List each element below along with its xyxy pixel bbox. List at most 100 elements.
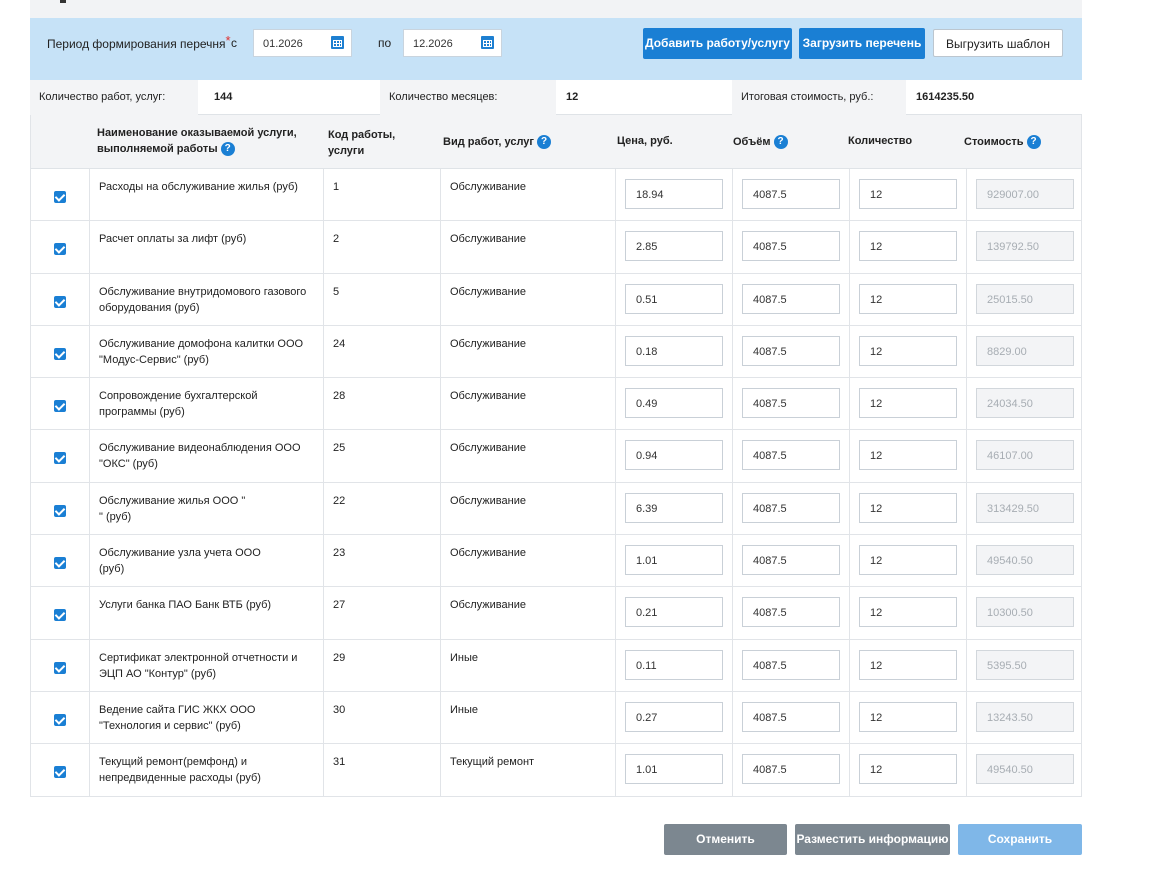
add-service-button[interactable]: Добавить работу/услугу [643,28,792,59]
volume-input[interactable]: 4087.5 [742,701,840,732]
cost-readonly-field: 13243.50 [976,701,1074,732]
header-quantity: Количество [848,135,913,147]
service-name-line1: Расчет оплаты за лифт (руб) [99,233,247,246]
row-checkbox[interactable] [54,504,66,517]
code-cell: 30 [323,691,440,744]
quantity-input[interactable]: 12 [859,649,957,680]
service-name-line2: "ОКС" (руб) [99,458,158,471]
calendar-icon[interactable] [481,36,494,49]
quantity-input[interactable]: 12 [859,545,957,576]
quantity-input[interactable]: 12 [859,597,957,628]
table-header: Наименование оказываемой услуги, выполня… [31,115,1081,169]
price-input[interactable]: 0.11 [625,649,723,680]
service-name: Расчет оплаты за лифт (руб) [99,231,315,247]
cancel-button[interactable]: Отменить [664,824,787,855]
volume-input[interactable]: 4087.5 [742,492,840,523]
quantity-cell: 12 [849,378,966,430]
header-type: Вид работ, услуг ? [443,134,552,150]
quantity-cell: 12 [849,169,966,221]
row-checkbox[interactable] [54,243,66,256]
type-cell: Обслуживание [440,169,615,221]
volume-input[interactable]: 4087.5 [742,179,840,209]
export-template-button[interactable]: Выгрузить шаблон [933,29,1063,57]
checkbox-cell [31,378,89,429]
header-type-text: Вид работ, услуг [443,136,534,148]
header-cost-text: Стоимость [964,136,1024,148]
price-input[interactable]: 18.94 [625,179,723,209]
calendar-icon[interactable] [331,36,344,49]
row-checkbox[interactable] [54,191,66,203]
price-input[interactable]: 0.49 [625,388,723,419]
quantity-input[interactable]: 12 [859,440,957,471]
publish-button[interactable]: Разместить информацию [795,824,950,855]
price-input[interactable]: 0.94 [625,440,723,471]
row-checkbox[interactable] [54,347,66,360]
volume-input[interactable]: 4087.5 [742,649,840,680]
service-code: 22 [333,494,346,507]
price-input[interactable]: 0.21 [625,597,723,628]
type-cell: Иные [440,639,615,691]
row-checkbox[interactable] [54,400,66,413]
row-checkbox[interactable] [54,661,66,674]
row-checkbox[interactable] [54,713,66,726]
volume-cell: 4087.5 [732,430,849,482]
quantity-input[interactable]: 12 [859,492,957,523]
price-input[interactable]: 2.85 [625,231,723,262]
price-cell: 0.94 [615,430,732,482]
table-row: Текущий ремонт(ремфонд) и непредвиденные … [31,744,1081,797]
date-to-input[interactable]: 12.2026 [403,29,502,57]
quantity-input[interactable]: 12 [859,179,957,209]
required-mark: * [225,33,231,48]
help-icon[interactable]: ? [1026,135,1041,150]
quantity-input[interactable]: 12 [859,231,957,262]
volume-input[interactable]: 4087.5 [742,545,840,576]
help-icon[interactable]: ? [537,135,552,150]
from-label: с [231,36,237,50]
volume-input[interactable]: 4087.5 [742,335,840,366]
type-cell: Обслуживание [440,378,615,430]
quantity-input[interactable]: 12 [859,754,957,785]
load-list-button[interactable]: Загрузить перечень [799,28,925,59]
volume-cell: 4087.5 [732,744,849,796]
price-input[interactable]: 6.39 [625,492,723,523]
cost-cell: 13243.50 [966,691,1083,744]
help-icon[interactable]: ? [773,135,788,150]
price-input[interactable]: 0.18 [625,335,723,366]
quantity-input[interactable]: 12 [859,388,957,419]
volume-input[interactable]: 4087.5 [742,388,840,419]
price-input[interactable]: 0.27 [625,701,723,732]
volume-input[interactable]: 4087.5 [742,754,840,785]
save-button[interactable]: Сохранить [958,824,1082,855]
price-input[interactable]: 0.51 [625,283,723,314]
volume-input[interactable]: 4087.5 [742,440,840,471]
quantity-input[interactable]: 12 [859,335,957,366]
service-name: Обслуживание видеонаблюдения ООО "ОКС" (р… [99,440,315,472]
row-checkbox[interactable] [54,609,66,622]
header-cost: Стоимость ? [964,134,1041,150]
volume-input[interactable]: 4087.5 [742,231,840,262]
price-cell: 0.51 [615,273,732,325]
price-cell: 18.94 [615,169,732,221]
price-input[interactable]: 1.01 [625,754,723,785]
quantity-input[interactable]: 12 [859,701,957,732]
service-name: Расходы на обслуживание жилья (руб) [99,179,315,195]
row-checkbox[interactable] [54,295,66,308]
price-input[interactable]: 1.01 [625,545,723,576]
service-type: Обслуживание [450,285,526,298]
name-cell: Обслуживание внутридомового газового обор… [89,273,323,325]
row-checkbox[interactable] [54,766,66,779]
code-cell: 29 [323,639,440,691]
code-cell: 1 [323,169,440,221]
volume-input[interactable]: 4087.5 [742,283,840,314]
service-type: Обслуживание [450,181,526,193]
row-checkbox[interactable] [54,557,66,570]
code-cell: 27 [323,587,440,639]
header-volume-text: Объём [733,136,771,148]
volume-cell: 4087.5 [732,169,849,221]
row-checkbox[interactable] [54,452,66,465]
quantity-input[interactable]: 12 [859,283,957,314]
service-type: Обслуживание [450,233,526,246]
date-from-input[interactable]: 01.2026 [253,29,352,57]
volume-input[interactable]: 4087.5 [742,597,840,628]
help-icon[interactable]: ? [220,142,235,157]
